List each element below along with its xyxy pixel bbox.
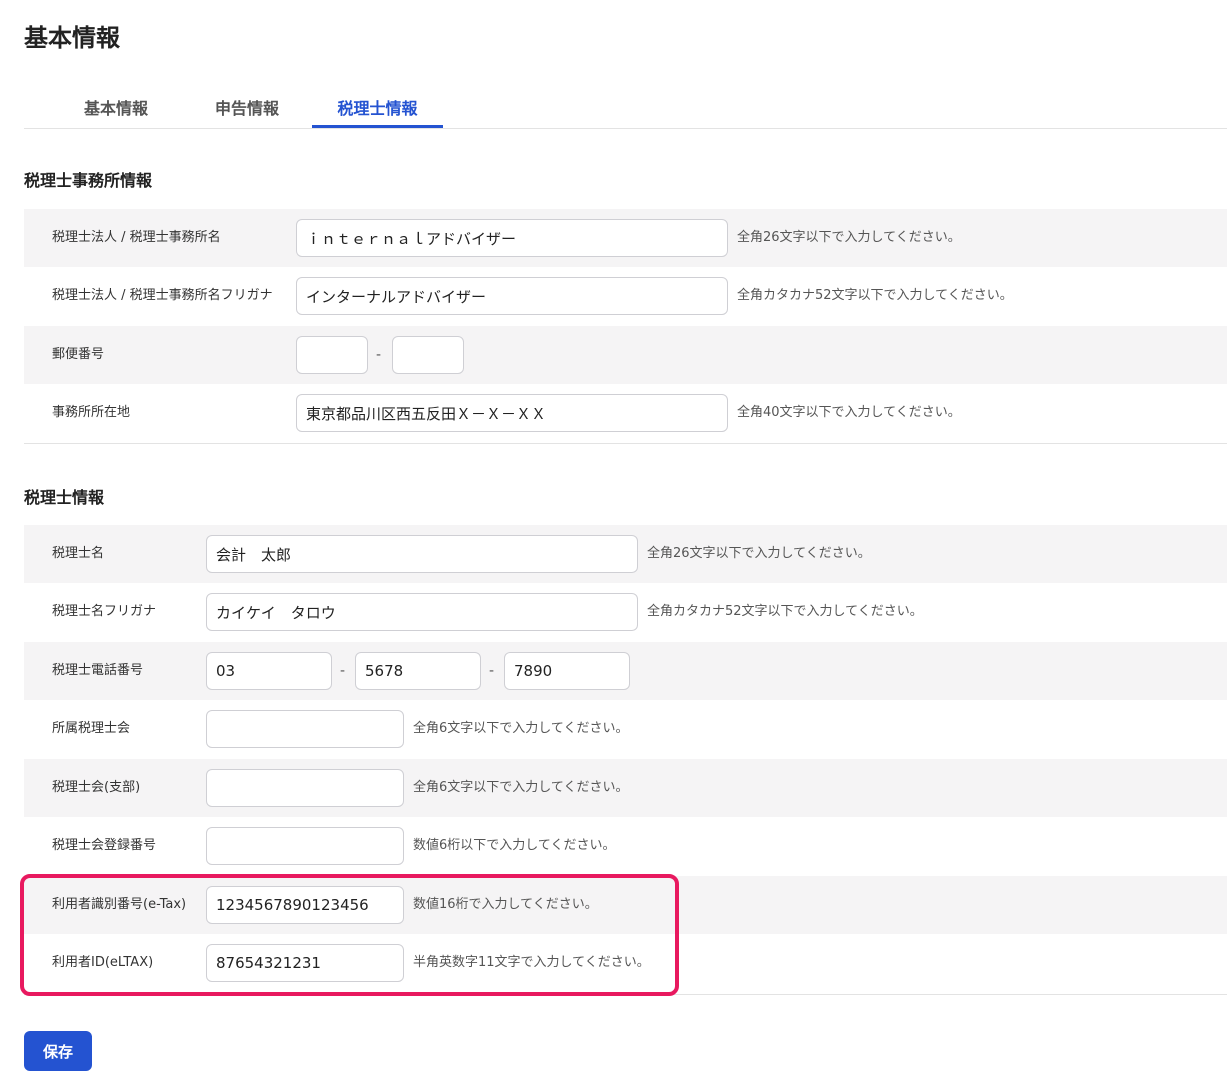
registration-number-hint: 数値6桁以下で入力してください。: [413, 838, 616, 853]
accountant-phone-row: 税理士電話番号 - -: [24, 642, 1227, 700]
accountant-kana-input[interactable]: [206, 593, 638, 631]
etax-id-hint: 数値16桁で入力してください。: [413, 897, 598, 912]
eltax-id-hint: 半角英数字11文字で入力してください。: [413, 955, 650, 970]
phone-number-input[interactable]: [504, 652, 630, 690]
etax-id-input[interactable]: [206, 886, 404, 924]
office-address-hint: 全角40文字以下で入力してください。: [737, 405, 961, 420]
association-row: 所属税理士会 全角6文字以下で入力してください。: [24, 700, 1227, 758]
office-name-input[interactable]: [296, 219, 728, 257]
section-divider: [24, 443, 1227, 444]
association-label: 所属税理士会: [52, 721, 131, 736]
etax-id-row: 利用者識別番号(e-Tax) 数値16桁で入力してください。: [24, 876, 1227, 934]
association-input[interactable]: [206, 710, 404, 748]
eltax-id-label: 利用者ID(eLTAX): [52, 955, 154, 970]
office-address-input[interactable]: [296, 394, 728, 432]
office-section-title: 税理士事務所情報: [24, 171, 153, 190]
office-kana-hint: 全角カタカナ52文字以下で入力してください。: [737, 288, 1013, 303]
registration-number-label: 税理士会登録番号: [52, 838, 157, 853]
office-name-label: 税理士法人 / 税理士事務所名: [52, 230, 221, 245]
tab-tax-accountant-info[interactable]: 税理士情報: [312, 90, 443, 128]
phone-exchange-input[interactable]: [355, 652, 481, 690]
branch-label: 税理士会(支部): [52, 780, 141, 795]
office-address-row: 事務所所在地 全角40文字以下で入力してください。: [24, 384, 1227, 442]
office-kana-label: 税理士法人 / 税理士事務所名フリガナ: [52, 288, 273, 303]
accountant-kana-hint: 全角カタカナ52文字以下で入力してください。: [647, 604, 923, 619]
branch-input[interactable]: [206, 769, 404, 807]
office-kana-input[interactable]: [296, 277, 728, 315]
office-address-label: 事務所所在地: [52, 405, 131, 420]
branch-row: 税理士会(支部) 全角6文字以下で入力してください。: [24, 759, 1227, 817]
eltax-id-row: 利用者ID(eLTAX) 半角英数字11文字で入力してください。: [24, 934, 1227, 992]
accountant-name-hint: 全角26文字以下で入力してください。: [647, 546, 871, 561]
office-name-row: 税理士法人 / 税理士事務所名 全角26文字以下で入力してください。: [24, 209, 1227, 267]
page-title: 基本情報: [24, 24, 120, 52]
postal-code-first-input[interactable]: [296, 336, 368, 374]
office-name-hint: 全角26文字以下で入力してください。: [737, 230, 961, 245]
branch-hint: 全角6文字以下で入力してください。: [413, 780, 629, 795]
etax-id-label: 利用者識別番号(e-Tax): [52, 897, 187, 912]
postal-code-label: 郵便番号: [52, 347, 105, 362]
office-kana-row: 税理士法人 / 税理士事務所名フリガナ 全角カタカナ52文字以下で入力してくださ…: [24, 267, 1227, 325]
association-hint: 全角6文字以下で入力してください。: [413, 721, 629, 736]
accountant-name-input[interactable]: [206, 535, 638, 573]
tab-filing-info[interactable]: 申告情報: [192, 90, 302, 127]
phone-separator-1: -: [340, 663, 346, 679]
accountant-name-row: 税理士名 全角26文字以下で入力してください。: [24, 525, 1227, 583]
tab-bar: 基本情報 申告情報 税理士情報: [24, 90, 1227, 129]
accountant-section-title: 税理士情報: [24, 488, 105, 507]
postal-code-second-input[interactable]: [392, 336, 464, 374]
save-button[interactable]: 保存: [24, 1031, 92, 1071]
phone-area-code-input[interactable]: [206, 652, 332, 690]
postal-code-separator: -: [376, 347, 382, 363]
accountant-kana-row: 税理士名フリガナ 全角カタカナ52文字以下で入力してください。: [24, 583, 1227, 641]
bottom-divider: [24, 994, 1227, 995]
registration-number-input[interactable]: [206, 827, 404, 865]
accountant-name-label: 税理士名: [52, 546, 105, 561]
postal-code-row: 郵便番号 -: [24, 326, 1227, 384]
phone-separator-2: -: [489, 663, 495, 679]
accountant-kana-label: 税理士名フリガナ: [52, 604, 157, 619]
tab-basic-info[interactable]: 基本情報: [60, 90, 172, 127]
eltax-id-input[interactable]: [206, 944, 404, 982]
registration-number-row: 税理士会登録番号 数値6桁以下で入力してください。: [24, 817, 1227, 875]
accountant-phone-label: 税理士電話番号: [52, 663, 144, 678]
